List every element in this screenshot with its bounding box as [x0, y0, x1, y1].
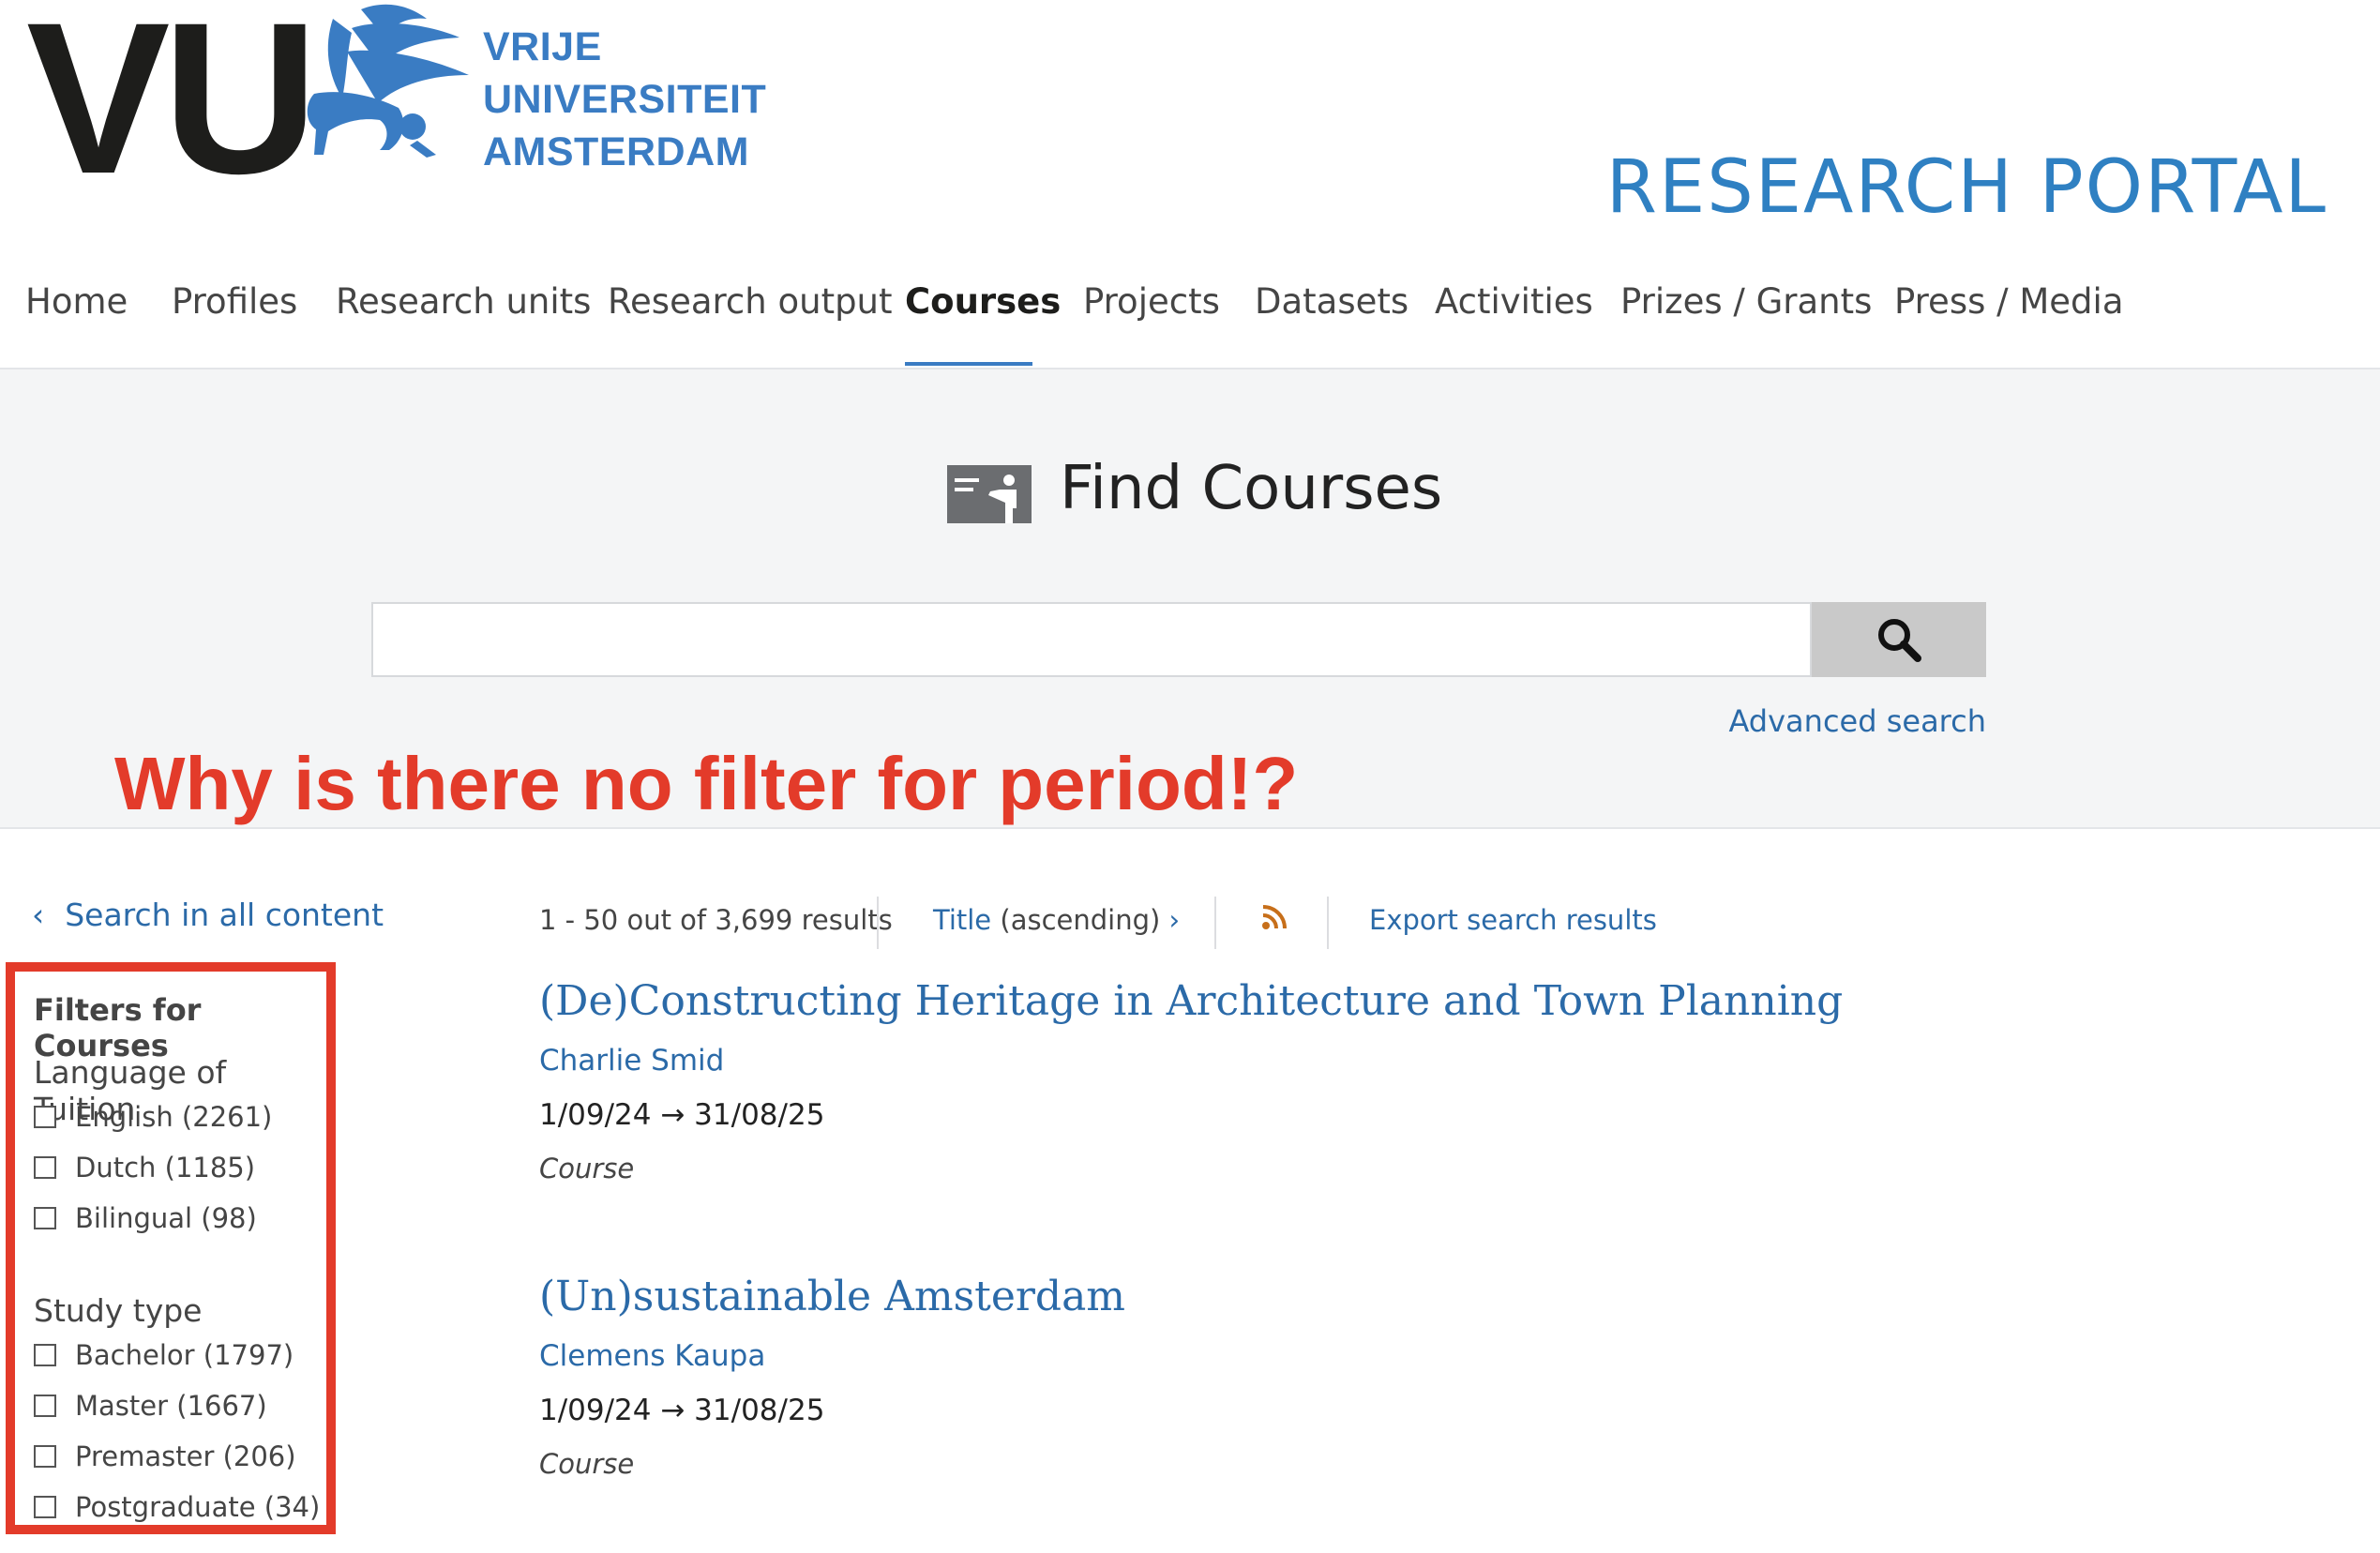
search-all-content-link[interactable]: ‹ Search in all content: [32, 897, 384, 933]
export-results-link[interactable]: Export search results: [1369, 904, 1657, 936]
logo-vu-letters: VU: [26, 0, 319, 219]
filters-title: Filters for Courses: [34, 992, 202, 1063]
sort-field: Title: [933, 904, 992, 936]
result-date: 1/09/24 → 31/08/25: [539, 1098, 825, 1132]
search-button[interactable]: [1812, 602, 1986, 677]
result-person[interactable]: Charlie Smid: [539, 1044, 1843, 1078]
research-portal-title: RESEARCH PORTAL: [1605, 145, 2327, 230]
divider: [877, 897, 879, 949]
nav-profiles[interactable]: Profiles: [172, 281, 297, 322]
result-date: 1/09/24 → 31/08/25: [539, 1394, 825, 1427]
logo-line-2: UNIVERSITEIT: [483, 77, 767, 122]
main-navigation: Home Profiles Research units Research ou…: [0, 263, 2380, 369]
checkbox[interactable]: [34, 1156, 56, 1179]
nav-datasets[interactable]: Datasets: [1255, 281, 1408, 322]
checkbox[interactable]: [34, 1106, 56, 1128]
result-title[interactable]: (De)Constructing Heritage in Architectur…: [539, 977, 1843, 1025]
logo-line-3: AMSTERDAM: [483, 129, 749, 174]
course-presentation-icon: [947, 465, 1032, 523]
chevron-right-icon: ›: [1168, 904, 1181, 936]
nav-press-media[interactable]: Press / Media: [1894, 281, 2124, 322]
nav-prizes-grants[interactable]: Prizes / Grants: [1620, 281, 1872, 322]
filter-option-label: Dutch (1185): [75, 1152, 256, 1184]
back-link-label: Search in all content: [65, 897, 384, 933]
griffin-logo-icon: [307, 4, 469, 158]
filter-option-label: Bilingual (98): [75, 1202, 257, 1234]
result-type: Course: [539, 1153, 635, 1184]
filter-option-postgraduate[interactable]: Postgraduate (34): [34, 1491, 320, 1523]
chevron-left-icon: ‹: [32, 897, 45, 933]
logo-university-name: VRIJE UNIVERSITEIT AMSTERDAM: [483, 21, 766, 178]
filter-option-premaster[interactable]: Premaster (206): [34, 1440, 296, 1472]
filter-option-label: Postgraduate (34): [75, 1491, 321, 1523]
checkbox[interactable]: [34, 1445, 56, 1468]
filter-option-bilingual[interactable]: Bilingual (98): [34, 1202, 257, 1234]
sort-order: (ascending): [1000, 904, 1161, 936]
filter-option-dutch[interactable]: Dutch (1185): [34, 1152, 255, 1184]
filter-option-label: English (2261): [75, 1101, 273, 1133]
nav-active-indicator: [905, 362, 1032, 366]
filter-option-master[interactable]: Master (1667): [34, 1390, 267, 1422]
filter-option-label: Master (1667): [75, 1390, 267, 1422]
page-title: Find Courses: [1060, 454, 1443, 523]
nav-research-output[interactable]: Research output: [608, 281, 893, 322]
filters-panel: Filters for Courses Language of Tuition …: [6, 962, 336, 1534]
checkbox[interactable]: [34, 1344, 56, 1366]
find-courses-section: Find Courses Advanced search Why is ther…: [0, 369, 2380, 829]
filter-option-label: Bachelor (1797): [75, 1339, 294, 1371]
nav-projects[interactable]: Projects: [1083, 281, 1220, 322]
nav-activities[interactable]: Activities: [1435, 281, 1593, 322]
result-item: (De)Constructing Heritage in Architectur…: [539, 977, 1843, 1184]
filter-option-bachelor[interactable]: Bachelor (1797): [34, 1339, 294, 1371]
nav-home[interactable]: Home: [25, 281, 128, 322]
rss-feed-link[interactable]: [1261, 904, 1288, 937]
result-title[interactable]: (Un)sustainable Amsterdam: [539, 1273, 1125, 1320]
nav-research-units[interactable]: Research units: [336, 281, 591, 322]
result-type: Course: [539, 1448, 635, 1480]
results-count: 1 - 50 out of 3,699 results: [539, 904, 893, 936]
filter-option-english[interactable]: English (2261): [34, 1101, 272, 1133]
course-search-input[interactable]: [371, 602, 1812, 677]
search-icon: [1878, 619, 1921, 662]
checkbox[interactable]: [34, 1395, 56, 1417]
logo-line-1: VRIJE: [483, 24, 602, 69]
checkbox[interactable]: [34, 1496, 56, 1518]
annotation-note: Why is there no filter for period!?: [114, 742, 1299, 825]
checkbox[interactable]: [34, 1207, 56, 1229]
sort-selector[interactable]: Title (ascending) ›: [933, 904, 1180, 936]
result-item: (Un)sustainable Amsterdam Clemens Kaupa …: [539, 1273, 1125, 1480]
result-person[interactable]: Clemens Kaupa: [539, 1339, 1125, 1373]
filter-option-label: Premaster (206): [75, 1440, 296, 1472]
nav-courses[interactable]: Courses: [905, 281, 1061, 322]
rss-icon: [1262, 905, 1287, 929]
advanced-search-link[interactable]: Advanced search: [1728, 703, 1986, 739]
divider: [1327, 897, 1329, 949]
divider: [1214, 897, 1216, 949]
filter-group-study-type: Study type: [34, 1292, 203, 1329]
